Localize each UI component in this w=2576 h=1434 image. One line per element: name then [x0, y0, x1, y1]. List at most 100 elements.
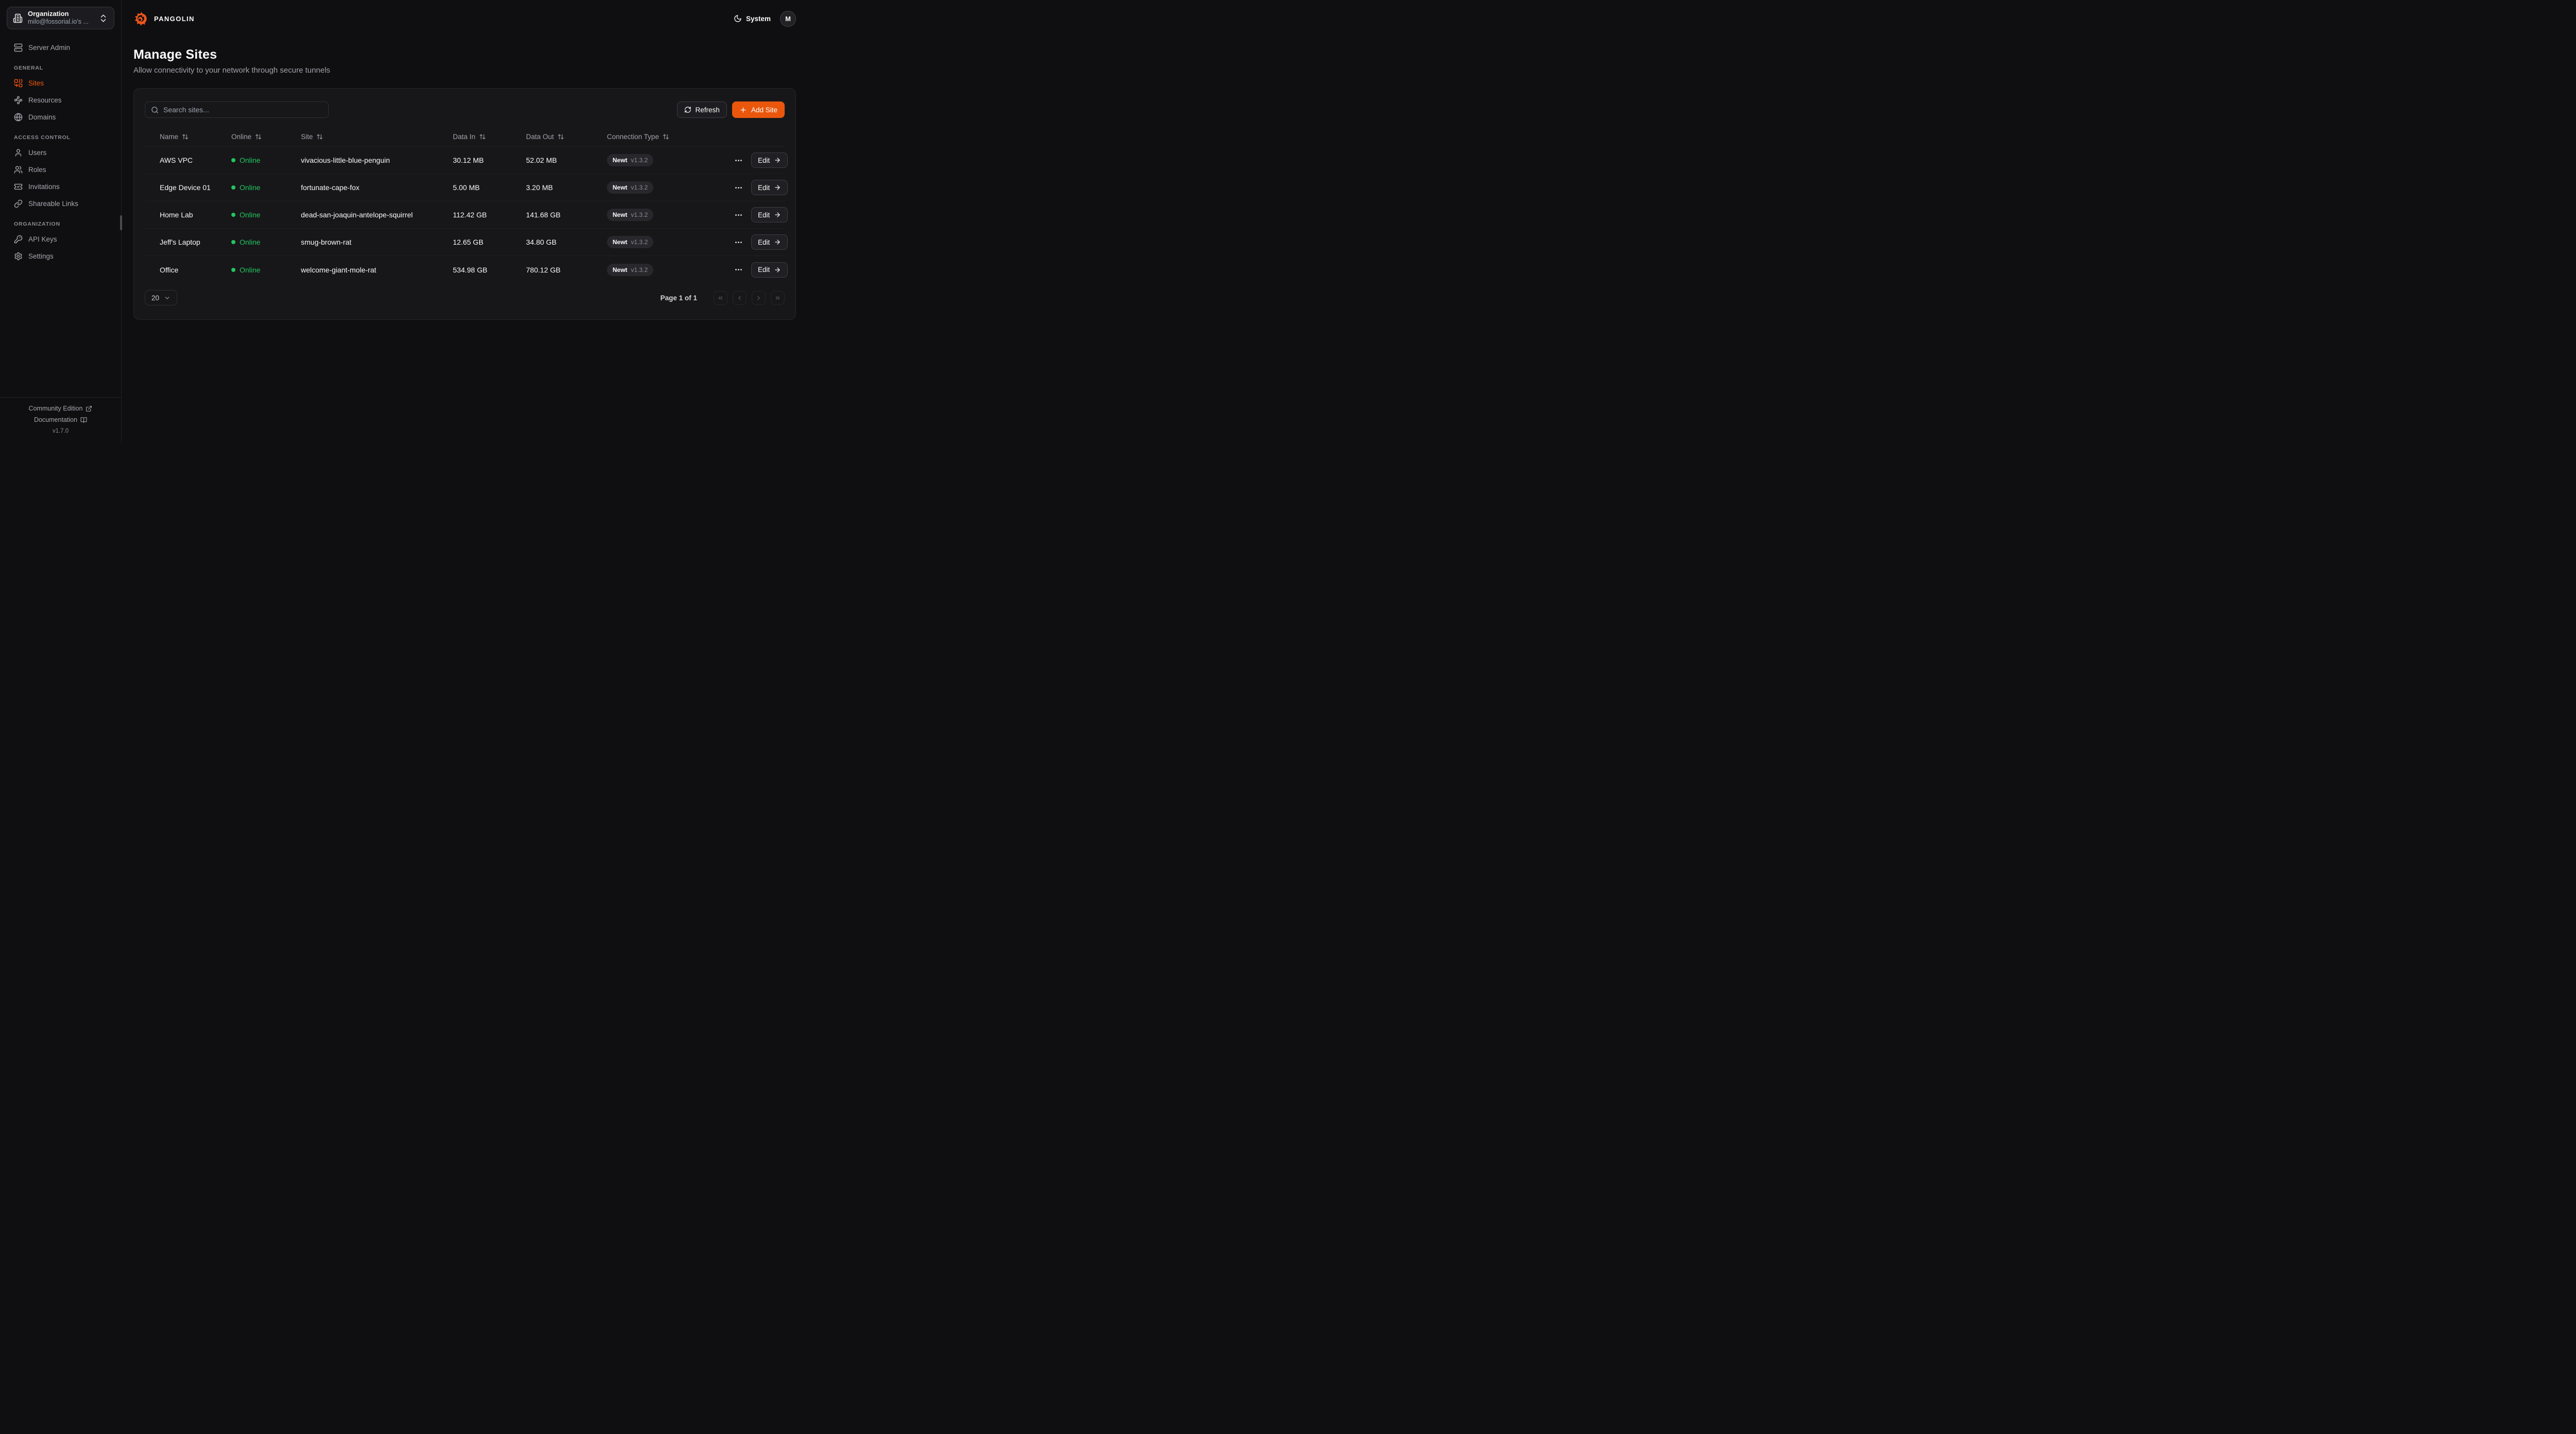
search-icon	[151, 106, 159, 114]
user-avatar[interactable]: M	[780, 11, 796, 27]
app-root: Organization milo@fossorial.io's ... Ser…	[0, 0, 808, 443]
site-status-cell: Online	[231, 238, 301, 246]
users-icon	[14, 165, 23, 174]
table-body: AWS VPC Online vivacious-little-blue-pen…	[145, 147, 785, 283]
gear-icon	[14, 252, 23, 261]
table-row: Office Online welcome-giant-mole-rat 534…	[145, 256, 785, 283]
connection-type-badge: Newt v1.3.2	[607, 154, 653, 166]
sidebar: Organization milo@fossorial.io's ... Ser…	[0, 0, 122, 443]
column-header-name[interactable]: Name	[160, 133, 231, 141]
search-box	[145, 101, 329, 118]
sidebar-item-resources[interactable]: Resources	[7, 93, 114, 107]
connection-type-cell: Newt v1.3.2	[607, 236, 734, 248]
book-open-icon	[80, 417, 87, 423]
sort-icon	[255, 133, 262, 140]
sidebar-item-api-keys[interactable]: API Keys	[7, 232, 114, 246]
data-out-cell: 52.02 MB	[526, 156, 607, 164]
site-name-cell: Jeff's Laptop	[160, 238, 231, 246]
column-header-data-in[interactable]: Data In	[453, 133, 526, 141]
edit-button[interactable]: Edit	[751, 207, 788, 223]
org-title: Organization	[28, 10, 93, 18]
site-tunnel-cell: smug-brown-rat	[301, 238, 453, 246]
sidebar-section-label: GENERAL	[14, 65, 114, 71]
sidebar-item-domains[interactable]: Domains	[7, 110, 114, 124]
sites-table: Name Online Site Data In Data Out Connec…	[145, 127, 785, 283]
sidebar-nav: Server Admin GENERAL Sites Resources Dom…	[7, 41, 114, 263]
ticket-check-icon	[14, 182, 23, 191]
globe-icon	[14, 113, 23, 122]
column-header-data-out[interactable]: Data Out	[526, 133, 607, 141]
connection-type-cell: Newt v1.3.2	[607, 209, 734, 221]
site-name-cell: AWS VPC	[160, 156, 231, 164]
sort-icon	[663, 133, 669, 140]
column-header-site[interactable]: Site	[301, 133, 453, 141]
chevron-left-icon	[736, 295, 743, 301]
sidebar-item-settings[interactable]: Settings	[7, 249, 114, 263]
row-menu-button[interactable]	[734, 156, 743, 165]
site-status-cell: Online	[231, 156, 301, 164]
server-icon	[14, 43, 23, 52]
org-switcher[interactable]: Organization milo@fossorial.io's ...	[7, 7, 114, 29]
row-menu-button[interactable]	[734, 238, 743, 247]
sidebar-item-invitations[interactable]: Invitations	[7, 180, 114, 194]
first-page-button[interactable]	[714, 291, 727, 305]
search-input[interactable]	[163, 106, 323, 114]
sort-icon	[316, 133, 323, 140]
refresh-icon	[684, 106, 691, 113]
pagination-buttons	[714, 291, 785, 305]
connection-type-cell: Newt v1.3.2	[607, 154, 734, 166]
page-title: Manage Sites	[133, 47, 796, 62]
row-menu-button[interactable]	[734, 265, 743, 274]
brand-logo-link[interactable]: PANGOLIN	[133, 11, 195, 27]
ellipsis-icon	[734, 211, 743, 219]
edit-button[interactable]: Edit	[751, 180, 788, 195]
sort-icon	[182, 133, 189, 140]
online-status-dot	[231, 213, 235, 217]
refresh-button[interactable]: Refresh	[677, 101, 727, 118]
sidebar-item-users[interactable]: Users	[7, 146, 114, 160]
sidebar-item-roles[interactable]: Roles	[7, 163, 114, 177]
column-header-online[interactable]: Online	[231, 133, 301, 141]
row-menu-button[interactable]	[734, 211, 743, 219]
documentation-link[interactable]: Documentation	[0, 414, 121, 425]
edit-button[interactable]: Edit	[751, 234, 788, 250]
ellipsis-icon	[734, 265, 743, 274]
connection-type-badge: Newt v1.3.2	[607, 236, 653, 248]
sites-card: Refresh Add Site Name Online Site Data I…	[133, 88, 796, 320]
next-page-button[interactable]	[752, 291, 766, 305]
arrow-right-icon	[774, 266, 781, 274]
theme-label: System	[746, 15, 771, 23]
site-status-cell: Online	[231, 266, 301, 274]
sidebar-section-label: ORGANIZATION	[14, 221, 114, 227]
sidebar-item-shareable-links[interactable]: Shareable Links	[7, 197, 114, 211]
sidebar-item-sites[interactable]: Sites	[7, 76, 114, 90]
table-row: Edge Device 01 Online fortunate-cape-fox…	[145, 174, 785, 201]
last-page-button[interactable]	[771, 291, 785, 305]
theme-toggle[interactable]: System	[734, 14, 771, 23]
sort-icon	[479, 133, 486, 140]
brand-name: PANGOLIN	[154, 15, 195, 23]
row-menu-button[interactable]	[734, 183, 743, 192]
site-name-cell: Edge Device 01	[160, 183, 231, 192]
data-in-cell: 534.98 GB	[453, 266, 526, 274]
page-size-select[interactable]: 20	[145, 290, 177, 305]
data-in-cell: 30.12 MB	[453, 156, 526, 164]
data-in-cell: 12.65 GB	[453, 238, 526, 246]
data-out-cell: 34.80 GB	[526, 238, 607, 246]
edit-button[interactable]: Edit	[751, 262, 788, 278]
ellipsis-icon	[734, 238, 743, 247]
combine-icon	[14, 79, 23, 88]
sort-icon	[557, 133, 564, 140]
online-status-dot	[231, 185, 235, 190]
plus-icon	[739, 106, 747, 114]
chevron-down-icon	[164, 295, 171, 301]
edit-button[interactable]: Edit	[751, 152, 788, 168]
community-edition-link[interactable]: Community Edition	[0, 403, 121, 414]
column-header-connection-type[interactable]: Connection Type	[607, 133, 734, 141]
add-site-button[interactable]: Add Site	[732, 101, 785, 118]
sidebar-item-server-admin[interactable]: Server Admin	[7, 41, 114, 55]
connection-type-cell: Newt v1.3.2	[607, 181, 734, 194]
site-tunnel-cell: dead-san-joaquin-antelope-squirrel	[301, 211, 453, 219]
sidebar-footer: Community Edition Documentation v1.7.0	[0, 397, 121, 443]
prev-page-button[interactable]	[733, 291, 747, 305]
